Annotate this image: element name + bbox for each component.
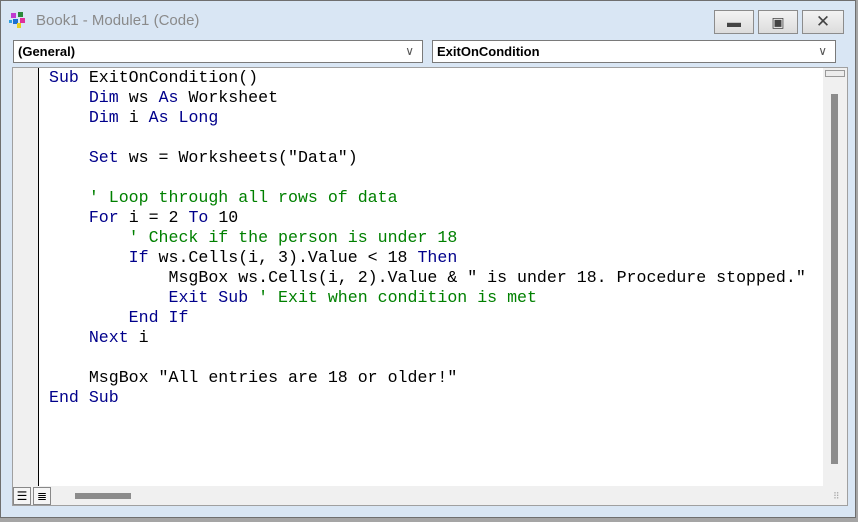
title-bar[interactable]: Book1 - Module1 (Code) ▬ ▣ ✕ [1, 1, 855, 37]
horizontal-scrollbar[interactable]: ☰ ≣ ⠿ [13, 486, 847, 505]
code-text: MsgBox ws.Cells(i, 2).Value & " is under… [49, 268, 806, 287]
horizontal-scroll-thumb[interactable] [75, 493, 131, 499]
code-pane[interactable]: Sub ExitOnCondition() Dim ws As Workshee… [39, 68, 823, 486]
code-line[interactable]: ' Loop through all rows of data [49, 188, 398, 208]
code-text: 10 [218, 208, 239, 227]
code-keyword: If [128, 248, 159, 267]
code-line[interactable]: MsgBox "All entries are 18 or older!" [49, 368, 457, 388]
code-keyword: End Sub [49, 388, 119, 407]
code-text: MsgBox "All entries are 18 or older!" [49, 368, 458, 387]
minimize-button[interactable]: ▬ [714, 10, 754, 34]
code-comment: ' Check if the person is under 18 [49, 228, 458, 247]
code-line[interactable]: ' Check if the person is under 18 [49, 228, 458, 248]
code-line[interactable]: Sub ExitOnCondition() [49, 68, 258, 88]
procedure-dropdown[interactable]: ExitOnCondition ∨ [432, 40, 836, 63]
procedure-view-icon: ☰ [16, 489, 28, 503]
code-line[interactable]: Dim ws As Worksheet [49, 88, 278, 108]
procedure-dropdown-value: ExitOnCondition [437, 44, 540, 59]
code-keyword: As Long [148, 108, 219, 127]
resize-grip-icon[interactable]: ⠿ [833, 491, 843, 503]
split-bar[interactable] [825, 70, 845, 77]
full-module-view-button[interactable]: ≣ [33, 487, 51, 505]
procedure-view-button[interactable]: ☰ [13, 487, 31, 505]
code-line[interactable]: Next i [49, 328, 149, 348]
code-keyword: Dim [88, 108, 129, 127]
margin-indicator-bar[interactable] [13, 68, 39, 486]
code-line[interactable]: If ws.Cells(i, 3).Value < 18 Then [49, 248, 458, 268]
full-module-view-icon: ≣ [36, 489, 48, 503]
code-line[interactable]: Set ws = Worksheets("Data") [49, 148, 358, 168]
minimize-icon: ▬ [727, 14, 741, 30]
code-line[interactable]: Exit Sub ' Exit when condition is met [49, 288, 537, 308]
vertical-scrollbar[interactable] [824, 68, 847, 486]
code-keyword: For [88, 208, 129, 227]
code-window: Book1 - Module1 (Code) ▬ ▣ ✕ (General) ∨… [0, 0, 856, 518]
code-keyword: Set [88, 148, 129, 167]
code-comment: ' Loop through all rows of data [49, 188, 398, 207]
code-text: i [128, 108, 149, 127]
vba-module-icon [9, 12, 25, 28]
code-text: ws = Worksheets("Data") [128, 148, 358, 167]
code-keyword: Next [88, 328, 139, 347]
window-title: Book1 - Module1 (Code) [36, 12, 200, 29]
code-comment: ' Exit when condition is met [258, 288, 537, 307]
chevron-down-icon: ∨ [405, 44, 414, 58]
restore-icon: ▣ [771, 14, 785, 30]
code-keyword: Sub [49, 68, 89, 87]
code-text: ws [128, 88, 159, 107]
code-keyword: Dim [88, 88, 129, 107]
code-keyword: As [158, 88, 189, 107]
code-line[interactable]: Dim i As Long [49, 108, 218, 128]
chevron-down-icon: ∨ [818, 44, 827, 58]
code-text: ExitOnCondition() [88, 68, 259, 87]
code-keyword: To [188, 208, 219, 227]
object-dropdown-value: (General) [18, 44, 76, 59]
code-line[interactable]: End If [49, 308, 189, 328]
code-text: i = 2 [128, 208, 189, 227]
close-icon: ✕ [815, 12, 831, 31]
vertical-scroll-thumb[interactable] [831, 94, 838, 464]
object-dropdown[interactable]: (General) ∨ [13, 40, 423, 63]
code-keyword: Then [417, 248, 458, 267]
code-text: ws.Cells(i, 3).Value < 18 [158, 248, 418, 267]
code-editor: Sub ExitOnCondition() Dim ws As Workshee… [12, 67, 848, 506]
code-line[interactable]: For i = 2 To 10 [49, 208, 238, 228]
code-line[interactable]: MsgBox ws.Cells(i, 2).Value & " is under… [49, 268, 806, 288]
code-line[interactable]: End Sub [49, 388, 119, 408]
code-keyword: End If [128, 308, 189, 327]
close-button[interactable]: ✕ [802, 10, 844, 34]
code-text: Worksheet [188, 88, 279, 107]
code-keyword: Exit Sub [168, 288, 259, 307]
code-text: i [138, 328, 149, 347]
restore-button[interactable]: ▣ [758, 10, 798, 34]
